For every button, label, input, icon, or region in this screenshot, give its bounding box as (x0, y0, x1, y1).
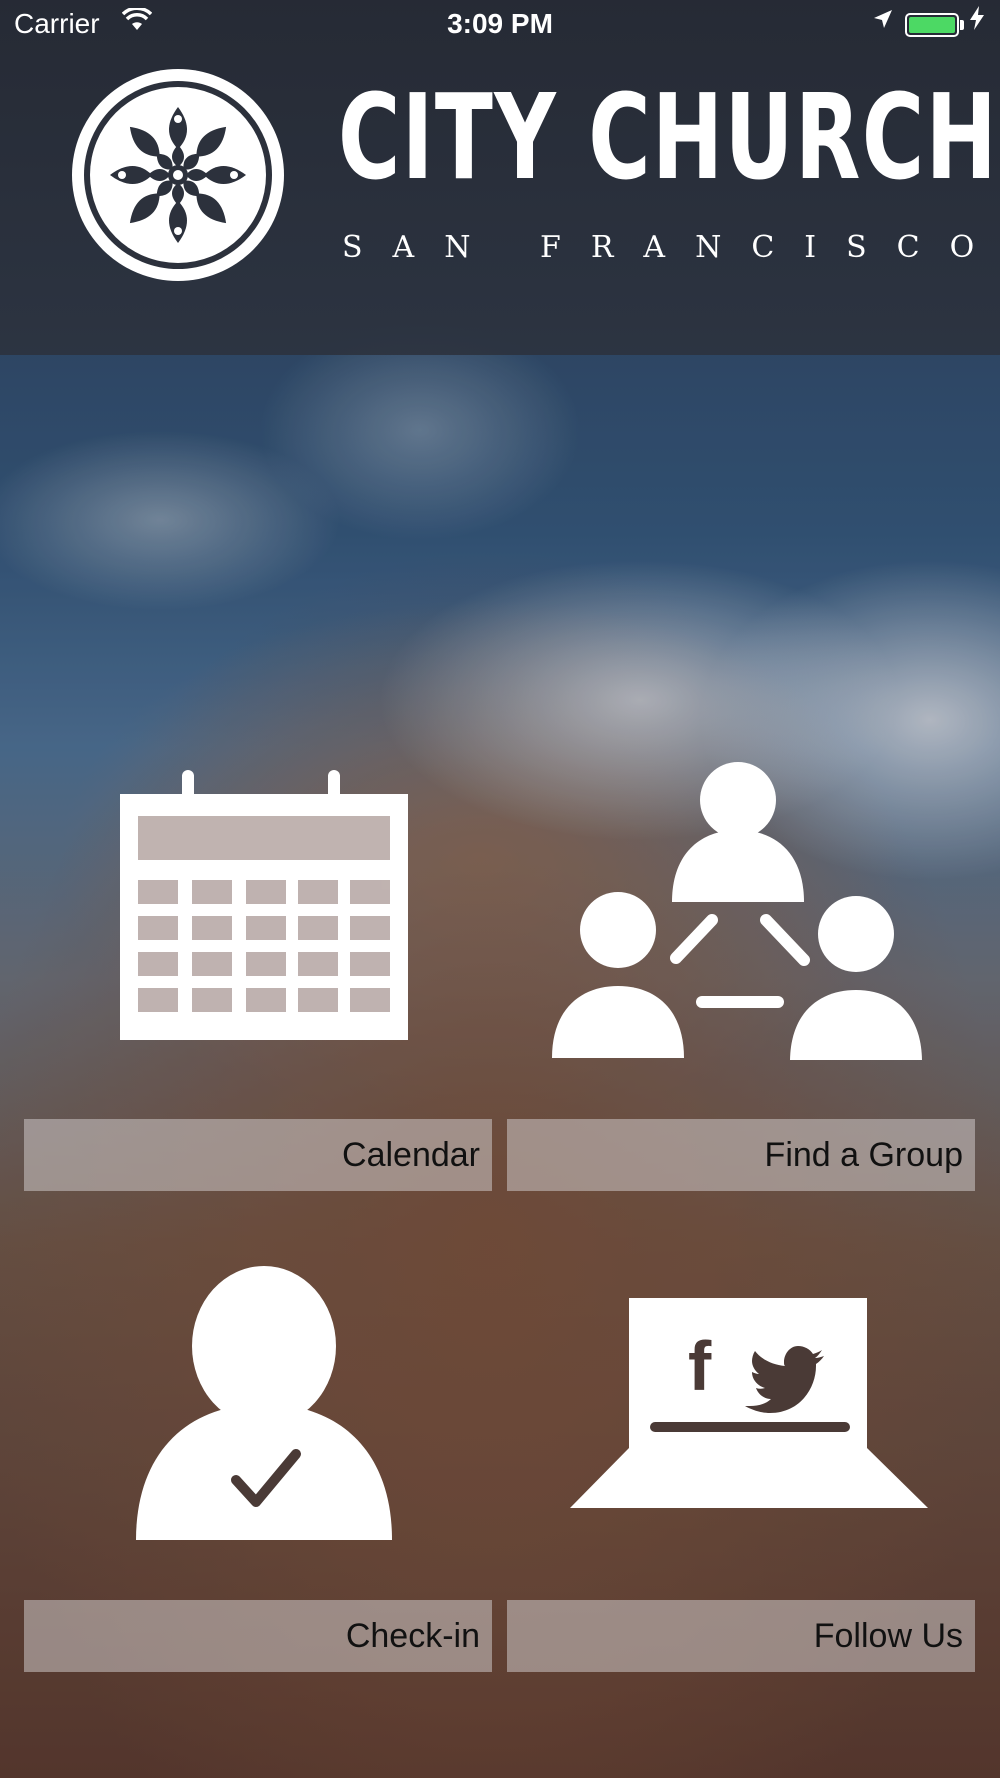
laptop-social-icon: f (570, 1298, 928, 1508)
status-bar: Carrier 3:09 PM (0, 0, 1000, 50)
app-header: CITY CHURCH SAN FRANCISCO (0, 0, 1000, 355)
calendar-tile[interactable]: Calendar (24, 760, 492, 1192)
brand-subtitle: SAN FRANCISCO (342, 230, 1000, 265)
check-in-label[interactable]: Check-in (24, 1600, 492, 1672)
brand-title: CITY CHURCH (338, 68, 999, 206)
calendar-icon (120, 770, 408, 1040)
church-emblem-icon (72, 69, 284, 281)
location-arrow-icon (872, 6, 894, 37)
follow-us-tile[interactable]: f Follow Us (507, 1260, 975, 1672)
group-network-icon (552, 762, 922, 1060)
calendar-label[interactable]: Calendar (24, 1119, 492, 1191)
bolt-icon (970, 6, 984, 37)
find-group-label[interactable]: Find a Group (507, 1119, 975, 1191)
person-check-icon (136, 1266, 392, 1540)
battery-icon (905, 13, 959, 37)
status-time: 3:09 PM (447, 8, 553, 39)
find-group-tile[interactable]: Find a Group (507, 760, 975, 1192)
facebook-icon: f (688, 1327, 712, 1405)
follow-us-label[interactable]: Follow Us (507, 1600, 975, 1672)
check-in-tile[interactable]: Check-in (24, 1260, 492, 1672)
